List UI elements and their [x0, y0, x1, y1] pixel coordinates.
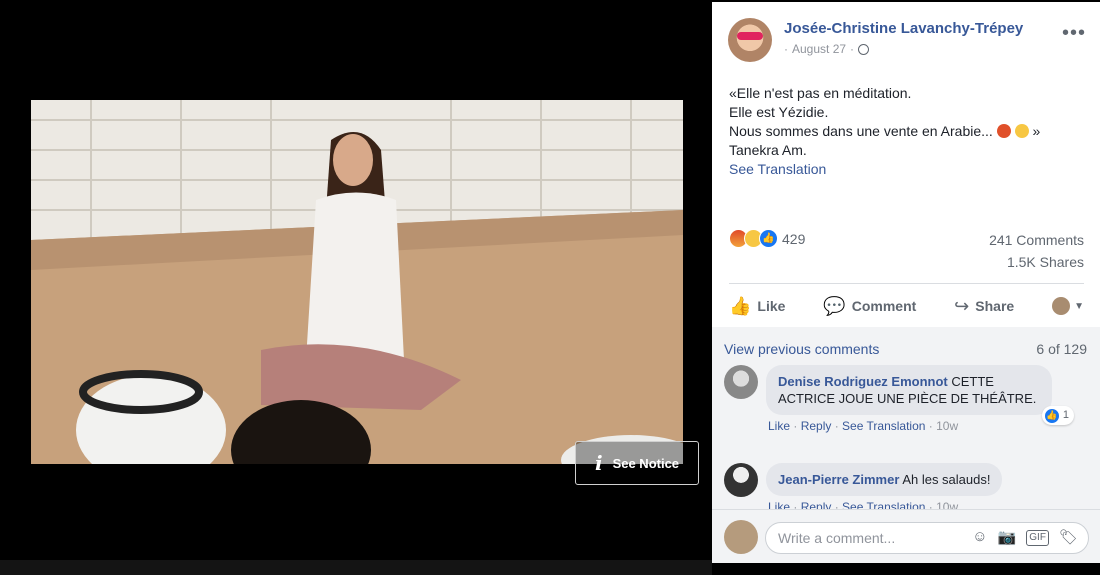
like-button[interactable]: 👍 Like	[729, 296, 785, 317]
commenter-avatar[interactable]	[724, 365, 758, 399]
more-icon[interactable]: •••	[1062, 22, 1086, 45]
post-date[interactable]: August 27	[792, 40, 846, 58]
comment-time: 10w	[936, 419, 959, 433]
viewer-avatar	[1052, 297, 1071, 315]
header-text: Josée-Christine Lavanchy-Trépey · August…	[784, 18, 1023, 62]
comment-placeholder: Write a comment...	[778, 530, 896, 546]
see-notice-label: See Notice	[612, 455, 680, 471]
comment-meta: Like · Reply · See Translation · 10w	[768, 419, 959, 433]
comments-pager: 6 of 129	[1036, 341, 1087, 357]
comments-count[interactable]: 241 Comments	[989, 229, 1084, 251]
see-notice-button[interactable]: i See Notice	[575, 441, 699, 485]
photo-strip	[0, 560, 712, 575]
composer-avatar	[724, 520, 758, 554]
reaction-count: 429	[782, 230, 806, 247]
angry-emoji-icon	[996, 124, 1011, 138]
view-previous-comments[interactable]: View previous comments	[724, 341, 879, 357]
action-bar: 👍 Like 💬 Comment ↪ Share ▼	[729, 286, 1084, 326]
comment-input[interactable]: Write a comment... ☺ 📷 GIF 🏷	[765, 522, 1089, 554]
photo-stage: i See Notice	[0, 0, 712, 575]
like-reaction-icon: 👍	[1043, 407, 1060, 424]
shares-count[interactable]: 1.5K Shares	[989, 251, 1084, 273]
comment-composer: Write a comment... ☺ 📷 GIF 🏷	[712, 509, 1100, 563]
comment-translation-link[interactable]: See Translation	[842, 500, 925, 509]
commenter-name[interactable]: Jean-Pierre Zimmer	[778, 472, 899, 487]
see-translation-link[interactable]: See Translation	[729, 160, 1084, 179]
comments-top: View previous comments 6 of 129	[724, 341, 1087, 357]
author-avatar[interactable]	[728, 18, 772, 62]
post-line-3: Nous sommes dans une vente en Arabie... …	[729, 122, 1084, 141]
comment-like-count: 1	[1062, 409, 1069, 421]
author-name[interactable]: Josée-Christine Lavanchy-Trépey	[784, 18, 1023, 40]
comment-item: Jean-Pierre Zimmer Ah les salauds! Like …	[724, 463, 1003, 509]
emoji-icon[interactable]: ☺	[972, 528, 987, 546]
like-icon: 👍	[729, 295, 752, 316]
like-label: Like	[757, 298, 786, 314]
share-label: Share	[975, 298, 1015, 314]
camera-icon[interactable]: 📷	[998, 528, 1017, 546]
audience-selector[interactable]: ▼	[1052, 297, 1084, 315]
comment-translation-link[interactable]: See Translation	[842, 419, 925, 433]
post-line-3-suffix: »	[1032, 123, 1041, 139]
date-separator: ·	[784, 42, 788, 56]
share-button[interactable]: ↪ Share	[954, 296, 1014, 317]
crying-emoji-icon	[1014, 124, 1029, 138]
post-stats: 👍 429 241 Comments 1.5K Shares	[729, 229, 1084, 273]
comment-icon: 💬	[823, 295, 846, 316]
comment-reply-link[interactable]: Reply	[801, 500, 832, 509]
comment-item: Denise Rodriguez Emonnot CETTE ACTRICE J…	[724, 365, 1074, 433]
sticker-icon[interactable]: 🏷	[1059, 528, 1078, 546]
post-panel: Josée-Christine Lavanchy-Trépey · August…	[712, 2, 1100, 563]
comment-meta: Like · Reply · See Translation · 10w	[768, 500, 1002, 509]
post-line-2: Elle est Yézidie.	[729, 104, 829, 120]
commenter-avatar[interactable]	[724, 463, 758, 497]
post-line-4: Tanekra Am.	[729, 142, 807, 158]
info-icon: i	[594, 451, 603, 475]
comment-like-link[interactable]: Like	[768, 419, 790, 433]
comment-button[interactable]: 💬 Comment	[823, 296, 916, 317]
comment-bubble: Denise Rodriguez Emonnot CETTE ACTRICE J…	[766, 365, 1074, 425]
date-separator-2: ·	[850, 42, 855, 56]
comment-like-link[interactable]: Like	[768, 500, 790, 509]
comments-section: View previous comments 6 of 129 Denise R…	[712, 327, 1100, 509]
post-meta: · August 27 ·	[784, 40, 1023, 58]
comment-text: Ah les salauds!	[902, 472, 991, 487]
share-icon: ↪	[954, 295, 970, 316]
gif-icon[interactable]: GIF	[1026, 530, 1049, 546]
post-line-1: «Elle n'est pas en méditation.	[729, 85, 912, 101]
counts: 241 Comments 1.5K Shares	[989, 229, 1084, 273]
chevron-down-icon: ▼	[1074, 300, 1084, 312]
like-reaction-icon: 👍	[759, 229, 778, 248]
divider	[729, 283, 1084, 284]
globe-icon[interactable]	[858, 43, 870, 55]
post-text: «Elle n'est pas en méditation. Elle est …	[729, 84, 1084, 179]
comment-like-badge[interactable]: 👍 1	[1041, 406, 1074, 425]
composer-icons: ☺ 📷 GIF 🏷	[972, 528, 1078, 546]
comment-reply-link[interactable]: Reply	[801, 419, 832, 433]
comment-time: 10w	[936, 500, 959, 509]
post-line-3-text: Nous sommes dans une vente en Arabie...	[729, 123, 993, 139]
post-header: Josée-Christine Lavanchy-Trépey · August…	[728, 18, 1023, 62]
post-photo[interactable]	[31, 100, 683, 464]
comment-label: Comment	[851, 298, 917, 314]
comment-bubble: Jean-Pierre Zimmer Ah les salauds!	[766, 463, 1003, 496]
commenter-name[interactable]: Denise Rodriguez Emonnot	[778, 374, 948, 389]
photo-viewer: i See Notice Josée-Christine Lavanchy-Tr…	[0, 0, 1100, 575]
